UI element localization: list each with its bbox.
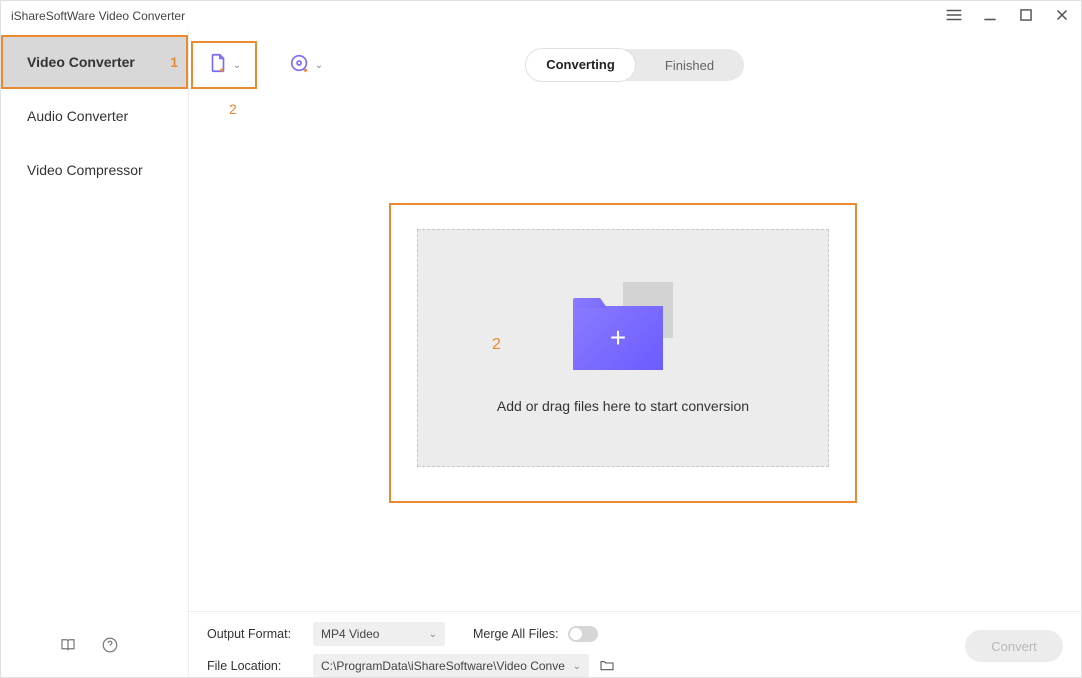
file-location-value: C:\ProgramData\iShareSoftware\Video Conv… xyxy=(321,659,565,673)
drop-zone-text: Add or drag files here to start conversi… xyxy=(497,398,749,414)
sidebar-item-label: Audio Converter xyxy=(27,108,128,124)
app-body: Video Converter 1 Audio Converter Video … xyxy=(1,31,1081,677)
file-location-select[interactable]: C:\ProgramData\iShareSoftware\Video Conv… xyxy=(313,654,589,677)
annotation-1: 1 xyxy=(170,54,178,70)
convert-button[interactable]: Convert xyxy=(965,630,1063,662)
chevron-down-icon: ⌄ xyxy=(315,60,323,71)
sidebar-item-label: Video Compressor xyxy=(27,162,143,178)
open-folder-icon[interactable] xyxy=(599,657,615,676)
content-area: 2 + Add or drag files here to start conv… xyxy=(189,93,1081,611)
output-format-label: Output Format: xyxy=(207,627,303,641)
status-segmented: Converting Finished xyxy=(526,49,744,81)
close-button[interactable] xyxy=(1053,6,1071,27)
add-disc-button[interactable]: ⌄ xyxy=(273,41,339,89)
file-location-label: File Location: xyxy=(207,659,303,673)
merge-all-label: Merge All Files: xyxy=(473,627,558,641)
sidebar-item-audio-converter[interactable]: Audio Converter xyxy=(1,89,188,143)
minimize-button[interactable] xyxy=(981,6,999,27)
sidebar-footer xyxy=(1,617,188,677)
menu-icon[interactable] xyxy=(945,6,963,27)
drop-zone[interactable]: 2 + Add or drag files here to start conv… xyxy=(417,229,829,467)
sidebar-item-video-converter[interactable]: Video Converter 1 xyxy=(1,35,188,89)
annotation-2-large: 2 xyxy=(492,336,501,354)
tab-finished[interactable]: Finished xyxy=(635,58,744,73)
titlebar: iShareSoftWare Video Converter xyxy=(1,1,1081,31)
guide-icon[interactable] xyxy=(59,636,77,659)
convert-button-label: Convert xyxy=(991,639,1037,654)
app-title: iShareSoftWare Video Converter xyxy=(11,9,945,23)
sidebar-nav: Video Converter 1 Audio Converter Video … xyxy=(1,31,188,617)
main-panel: ⌄ 2 ⌄ Converting Finished xyxy=(189,31,1081,677)
sidebar: Video Converter 1 Audio Converter Video … xyxy=(1,31,189,677)
output-format-value: MP4 Video xyxy=(321,627,379,641)
output-format-select[interactable]: MP4 Video ⌄ xyxy=(313,622,445,646)
chevron-down-icon: ⌄ xyxy=(233,60,241,71)
app-window: iShareSoftWare Video Converter Video Con… xyxy=(0,0,1082,678)
sidebar-item-video-compressor[interactable]: Video Compressor xyxy=(1,143,188,197)
merge-all-toggle[interactable] xyxy=(568,626,598,642)
add-file-icon xyxy=(207,52,229,79)
tab-label: Finished xyxy=(665,58,714,73)
folder-front-icon: + xyxy=(573,306,663,370)
sidebar-item-label: Video Converter xyxy=(27,54,135,70)
chevron-down-icon: ⌄ xyxy=(429,629,437,640)
add-disc-icon xyxy=(289,52,311,79)
chevron-down-icon: ⌄ xyxy=(573,661,581,672)
bottom-bar: Output Format: MP4 Video ⌄ Merge All Fil… xyxy=(189,611,1081,677)
toolbar: ⌄ 2 ⌄ Converting Finished xyxy=(189,31,1081,93)
maximize-button[interactable] xyxy=(1017,6,1035,27)
tab-label: Converting xyxy=(546,57,615,72)
window-controls xyxy=(945,6,1071,27)
add-file-button[interactable]: ⌄ 2 xyxy=(191,41,257,89)
help-icon[interactable] xyxy=(101,636,119,659)
add-folder-graphic: + xyxy=(573,282,673,370)
annotation-outline-2: 2 + Add or drag files here to start conv… xyxy=(389,203,857,503)
plus-icon: + xyxy=(610,322,626,354)
tab-converting[interactable]: Converting xyxy=(526,49,635,81)
